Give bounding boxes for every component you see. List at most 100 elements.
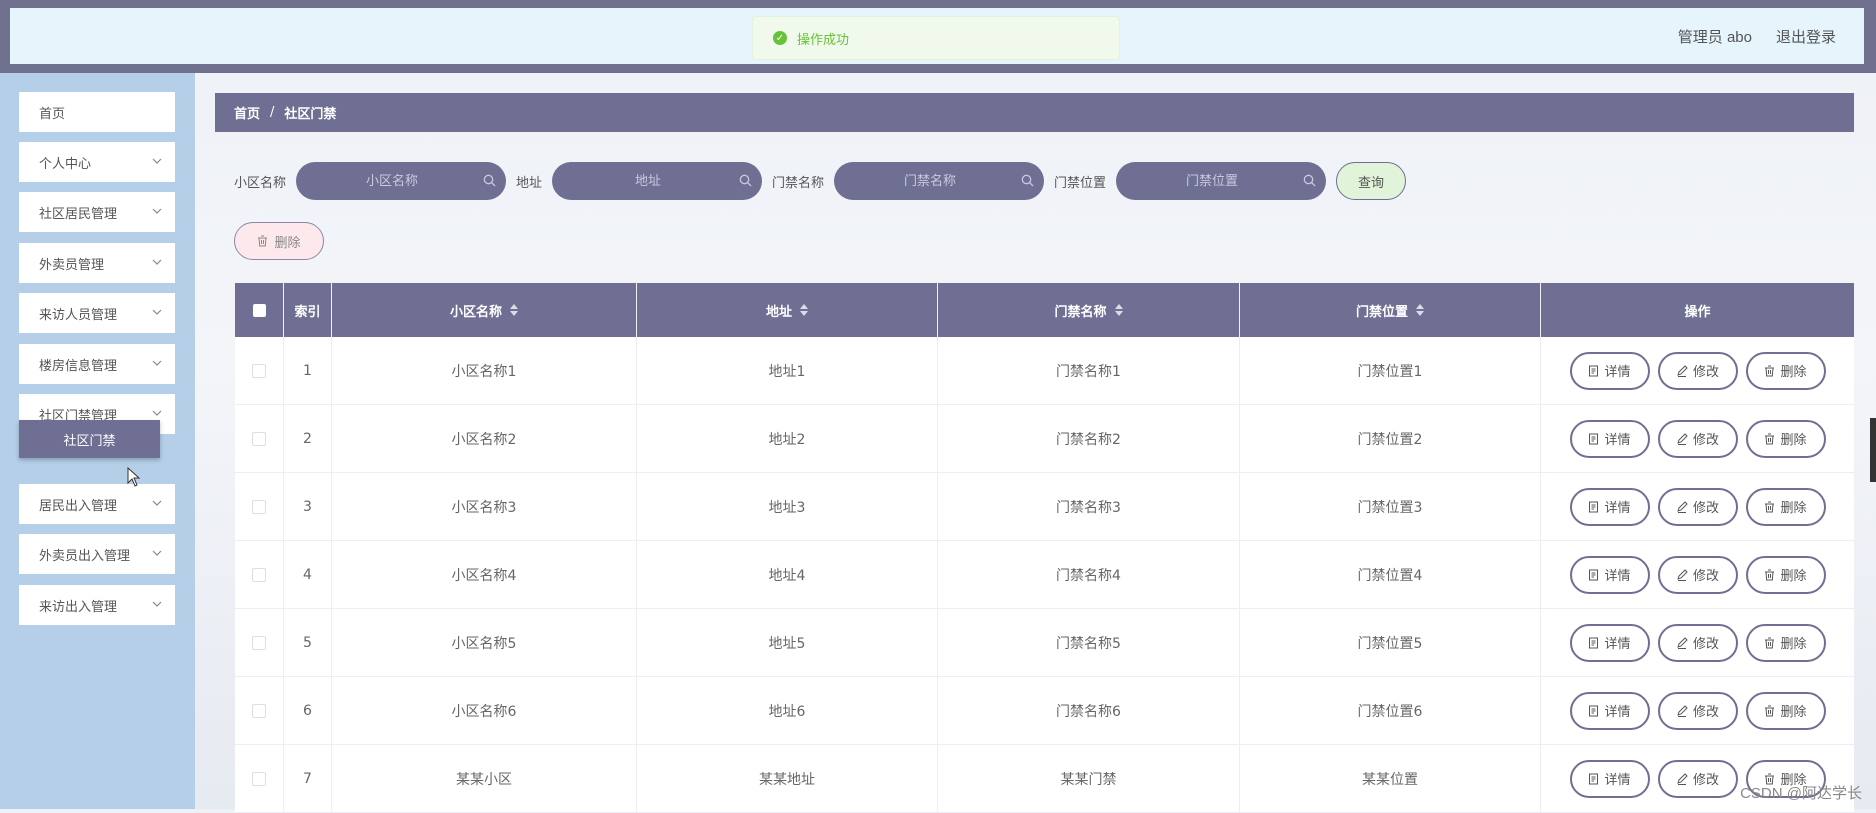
gate-location-search-label: 门禁位置 (1054, 175, 1107, 191)
chevron-down-icon (152, 500, 162, 506)
sidebar-item-label: 首页 (39, 106, 66, 122)
row-select-cell (235, 541, 284, 608)
community-search-input[interactable] (296, 162, 507, 200)
row-checkbox[interactable] (252, 363, 266, 378)
detail-button[interactable]: 详情 (1569, 555, 1650, 594)
detail-label: 详情 (1604, 637, 1631, 652)
sidebar-item[interactable]: 居民出入管理 (19, 484, 175, 524)
row-checkbox[interactable] (252, 771, 266, 786)
gate-name-search-box (834, 162, 1045, 200)
sidebar-item[interactable]: 楼房信息管理 (19, 344, 175, 384)
sidebar-item[interactable]: 来访出入管理 (19, 585, 175, 625)
pencil-icon (1677, 772, 1688, 785)
logout-link[interactable]: 退出登录 (1776, 26, 1836, 47)
detail-button[interactable]: 详情 (1569, 419, 1650, 458)
edit-button[interactable]: 修改 (1657, 623, 1738, 662)
header-gate-name[interactable]: 门禁名称 (938, 283, 1240, 337)
table-row: 7 某某小区 某某地址 某某门禁 某某位置 详情 修改 删除 (235, 745, 1854, 813)
sidebar-item[interactable]: 来访人员管理 (19, 293, 175, 333)
chevron-down-icon (152, 158, 162, 164)
detail-label: 详情 (1604, 773, 1631, 788)
sidebar-item[interactable]: 社区居民管理 (19, 192, 175, 232)
cell-address: 地址3 (637, 473, 938, 540)
document-icon (1589, 705, 1599, 716)
cell-gate-name: 门禁名称6 (938, 677, 1240, 744)
table-row: 3 小区名称3 地址3 门禁名称3 门禁位置3 详情 修改 删除 (235, 473, 1854, 541)
sort-icon[interactable] (1416, 304, 1424, 316)
batch-delete-button[interactable]: 删除 (234, 222, 324, 260)
edit-button[interactable]: 修改 (1657, 691, 1738, 730)
gate-name-search-label: 门禁名称 (772, 175, 825, 191)
edit-button[interactable]: 修改 (1657, 419, 1738, 458)
row-checkbox[interactable] (252, 635, 266, 650)
edit-button[interactable]: 修改 (1657, 759, 1738, 798)
sort-icon[interactable] (1114, 304, 1123, 316)
breadcrumb-home[interactable]: 首页 (234, 103, 260, 122)
cell-actions: 详情 修改 删除 (1541, 609, 1854, 676)
row-select-cell (235, 745, 284, 812)
pencil-icon (1677, 568, 1688, 581)
row-checkbox[interactable] (252, 499, 266, 514)
delete-button[interactable]: 删除 (1745, 487, 1826, 526)
cell-community: 小区名称3 (332, 473, 637, 540)
sort-icon[interactable] (800, 304, 808, 316)
delete-button[interactable]: 删除 (1745, 419, 1826, 458)
edit-button[interactable]: 修改 (1657, 351, 1738, 390)
address-search-input[interactable] (552, 162, 763, 200)
search-icon (739, 174, 752, 187)
gate-location-search-input[interactable] (1116, 162, 1327, 200)
sidebar-item[interactable]: 外卖员管理 (19, 243, 175, 283)
row-checkbox[interactable] (252, 567, 266, 582)
detail-label: 详情 (1604, 365, 1631, 380)
cell-address: 地址5 (637, 609, 938, 676)
select-all-checkbox[interactable] (252, 303, 266, 317)
delete-button[interactable]: 删除 (1745, 351, 1826, 390)
row-checkbox[interactable] (252, 703, 266, 718)
gate-name-search-input[interactable] (834, 162, 1045, 200)
header-address[interactable]: 地址 (637, 283, 938, 337)
cell-gate-name: 某某门禁 (938, 745, 1240, 812)
sort-icon[interactable] (510, 304, 518, 316)
detail-button[interactable]: 详情 (1569, 691, 1650, 730)
trash-icon (1765, 569, 1775, 580)
row-checkbox[interactable] (252, 431, 266, 446)
pencil-icon (1677, 500, 1688, 513)
edit-button[interactable]: 修改 (1657, 555, 1738, 594)
table-header: 索引 小区名称 地址 门禁名称 门禁位置 操作 (235, 283, 1854, 337)
document-icon (1589, 433, 1599, 444)
detail-button[interactable]: 详情 (1569, 759, 1650, 798)
sidebar-item-label: 个人中心 (39, 156, 92, 172)
detail-button[interactable]: 详情 (1569, 351, 1650, 390)
document-icon (1589, 365, 1599, 376)
header-gate-location[interactable]: 门禁位置 (1240, 283, 1541, 337)
gate-location-search-box (1116, 162, 1327, 200)
cell-gate-name: 门禁名称1 (938, 337, 1240, 404)
chevron-down-icon (152, 360, 162, 366)
detail-button[interactable]: 详情 (1569, 487, 1650, 526)
detail-button[interactable]: 详情 (1569, 623, 1650, 662)
delete-label: 删除 (1780, 569, 1807, 584)
sidebar-subitem-community-gate[interactable]: 社区门禁 (19, 420, 160, 458)
sidebar-item[interactable]: 首页 (19, 92, 175, 132)
sidebar-item[interactable]: 外卖员出入管理 (19, 534, 175, 574)
edit-button[interactable]: 修改 (1657, 487, 1738, 526)
query-button[interactable]: 查询 (1336, 162, 1407, 200)
scrollbar[interactable] (1870, 418, 1876, 482)
sidebar-item[interactable]: 个人中心 (19, 142, 175, 182)
header-community[interactable]: 小区名称 (332, 283, 637, 337)
delete-button[interactable]: 删除 (1745, 691, 1826, 730)
cell-actions: 详情 修改 删除 (1541, 473, 1854, 540)
edit-label: 修改 (1692, 501, 1719, 516)
cell-index: 7 (284, 745, 332, 812)
header-index: 索引 (284, 283, 332, 337)
delete-button[interactable]: 删除 (1745, 623, 1826, 662)
select-all-cell (235, 283, 284, 337)
pencil-icon (1677, 364, 1688, 377)
delete-label: 删除 (1780, 637, 1807, 652)
cell-actions: 详情 修改 删除 (1541, 337, 1854, 404)
delete-button[interactable]: 删除 (1745, 555, 1826, 594)
breadcrumb-current: 社区门禁 (284, 107, 337, 122)
table-row: 6 小区名称6 地址6 门禁名称6 门禁位置6 详情 修改 删除 (235, 677, 1854, 745)
detail-label: 详情 (1604, 705, 1631, 720)
cell-actions: 详情 修改 删除 (1541, 405, 1854, 472)
